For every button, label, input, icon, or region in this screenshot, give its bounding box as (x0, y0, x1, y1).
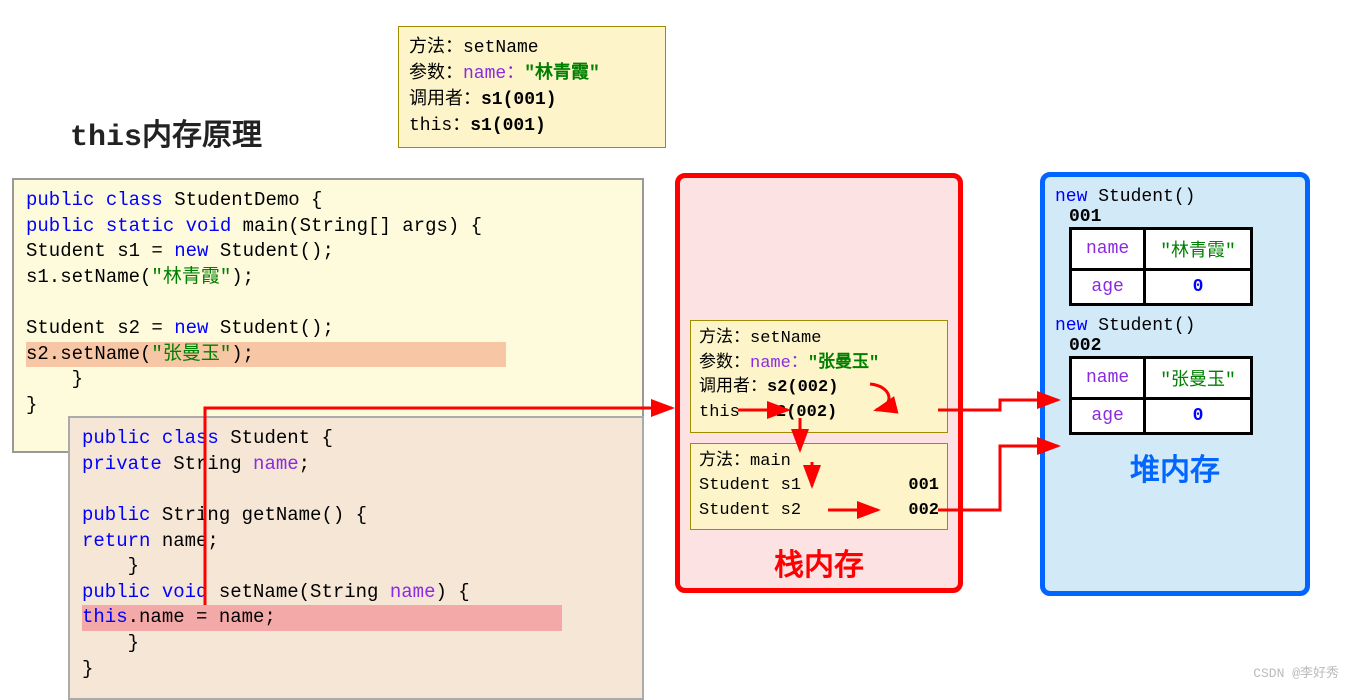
code-studentdemo: public class StudentDemo { public static… (12, 178, 644, 453)
heap-label: 堆内存 (1055, 445, 1295, 490)
ho2-hdr-b: Student() (1087, 316, 1195, 336)
c1-l3a: Student s1 = (26, 240, 174, 262)
c1-l6c: ); (231, 343, 254, 365)
c2-l7b: .name = name; (128, 606, 276, 628)
frame0-this-val: s1(001) (470, 116, 546, 136)
sf-set-p-name: name： (750, 354, 808, 373)
code-student: public class Student { private String na… (68, 416, 644, 700)
sf-main-r2-r: 002 (908, 499, 939, 524)
c2-l6c: name (390, 581, 436, 603)
ho1-addr: 001 (1069, 207, 1295, 227)
ho2-f2: age (1071, 399, 1145, 434)
c1-l4c: ); (231, 266, 254, 288)
title-text: this内存原理 (70, 121, 262, 155)
frame0-param-val: "林青霞" (524, 64, 600, 84)
sf-set-c-lbl: 调用者： (699, 378, 767, 397)
c1-l7: } (26, 367, 630, 393)
sf-main-m-lbl: 方法： (699, 452, 750, 471)
c2-l3b: String getName() { (162, 504, 367, 526)
ho2-addr: 002 (1069, 336, 1295, 356)
sf-main-r1-l: Student s1 (699, 474, 801, 499)
sf-set-m-lbl: 方法： (699, 329, 750, 348)
frame0-method-label: 方法： (409, 38, 463, 58)
page-title: this内存原理 (70, 110, 262, 155)
c1-l6a: s2.setName( (26, 343, 151, 365)
c1-l8: } (26, 393, 630, 419)
c1-blank (26, 291, 630, 317)
sf-set-p-lbl: 参数： (699, 354, 750, 373)
stack-frame-setname: 方法：setName 参数：name："张曼玉" 调用者：s2(002) thi… (690, 320, 948, 433)
stack-memory: 方法：setName 参数：name："张曼玉" 调用者：s2(002) thi… (675, 173, 963, 593)
ho2-v1: "张曼玉" (1145, 358, 1252, 399)
ho1-table: name"林青霞" age0 (1069, 227, 1253, 306)
c1-l1b: StudentDemo { (174, 189, 322, 211)
sf-set-p-val: "张曼玉" (808, 354, 879, 373)
ho1-v1: "林青霞" (1145, 229, 1252, 270)
c1-l5c: Student(); (220, 317, 334, 339)
c2-l2c: name (253, 453, 299, 475)
ho1-f2: age (1071, 270, 1145, 305)
c2-l9: } (82, 657, 630, 683)
stack-frame-main: 方法：main Student s1 001 Student s2 002 (690, 443, 948, 531)
stack-label: 栈内存 (690, 540, 948, 585)
c1-l5b: new (174, 317, 220, 339)
c1-l6-highlight: s2.setName("张曼玉"); (26, 342, 506, 368)
c2-l7a: this (82, 606, 128, 628)
sf-set-t-val: s2(002) (766, 403, 837, 422)
c2-l2b: String (173, 453, 253, 475)
c2-l1a: public class (82, 427, 230, 449)
c2-l2a: private (82, 453, 173, 475)
c1-l1a: public class (26, 189, 174, 211)
c2-l4a: return (82, 530, 162, 552)
frame0-this-label: this： (409, 116, 470, 136)
c1-l3b: new (174, 240, 220, 262)
c2-l3a: public (82, 504, 162, 526)
c2-l7-highlight: this.name = name; (82, 605, 562, 631)
c2-l6a: public void (82, 581, 219, 603)
sf-main-r1-r: 001 (908, 474, 939, 499)
c1-l6b: "张曼玉" (151, 343, 231, 365)
frame0-caller-val: s1(001) (481, 90, 557, 110)
ho2-table: name"张曼玉" age0 (1069, 356, 1253, 435)
c1-l2a: public static void (26, 215, 243, 237)
c2-l8: } (82, 631, 630, 657)
sf-set-c-val: s2(002) (767, 378, 838, 397)
c1-l2b: main(String[] args) { (243, 215, 482, 237)
c1-l4a: s1.setName( (26, 266, 151, 288)
sf-set-m-val: setName (750, 329, 821, 348)
ho2-f1: name (1071, 358, 1145, 399)
heap-memory: new Student() 001 name"林青霞" age0 new Stu… (1040, 172, 1310, 596)
heap-obj-002: new Student() 002 name"张曼玉" age0 (1055, 316, 1295, 435)
c2-l1b: Student { (230, 427, 333, 449)
watermark: CSDN @李好秀 (1253, 662, 1339, 681)
c2-l4b: name; (162, 530, 219, 552)
ho1-v2: 0 (1145, 270, 1252, 305)
ho1-f1: name (1071, 229, 1145, 270)
frame0-param-label: 参数： (409, 64, 463, 84)
frame0-param-name: name： (463, 64, 524, 84)
sf-main-r2-l: Student s2 (699, 499, 801, 524)
sf-main-m-val: main (750, 452, 791, 471)
ho1-hdr-b: Student() (1087, 187, 1195, 207)
c1-l5a: Student s2 = (26, 317, 174, 339)
c1-l3c: Student(); (220, 240, 334, 262)
sf-set-t-lbl: this (699, 403, 740, 422)
c2-blank (82, 477, 630, 503)
c2-l6b: setName(String (219, 581, 390, 603)
c2-l2d: ; (299, 453, 310, 475)
c1-l4b: "林青霞" (151, 266, 231, 288)
ho2-v2: 0 (1145, 399, 1252, 434)
heap-obj-001: new Student() 001 name"林青霞" age0 (1055, 187, 1295, 306)
ho2-hdr-a: new (1055, 316, 1087, 336)
c2-l5: } (82, 554, 630, 580)
frame0-caller-label: 调用者： (409, 90, 481, 110)
frame0-method-val: setName (463, 38, 539, 58)
frame-setname-prev: 方法：setName 参数：name："林青霞" 调用者：s1(001) thi… (398, 26, 666, 148)
c2-l6d: ) { (435, 581, 469, 603)
ho1-hdr-a: new (1055, 187, 1087, 207)
